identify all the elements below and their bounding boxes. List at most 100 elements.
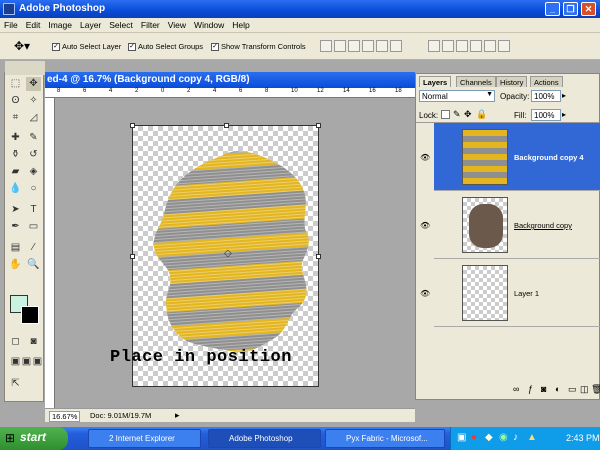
layer-row-background-copy-4[interactable]: 👁 Background copy 4: [420, 123, 600, 191]
fill-field[interactable]: 100%: [531, 109, 561, 121]
standard-mode-icon[interactable]: ◻: [8, 335, 23, 349]
history-brush-icon[interactable]: ↺: [26, 148, 41, 162]
zoom-level-field[interactable]: 16.67%: [49, 411, 81, 422]
layer-name[interactable]: Background copy 4: [514, 153, 584, 162]
blur-tool-icon[interactable]: 💧: [8, 182, 23, 196]
tray-icon[interactable]: ●: [471, 432, 477, 443]
distribute-vcenter-icon[interactable]: [442, 40, 454, 52]
magic-wand-icon[interactable]: ✧: [26, 94, 41, 108]
quick-mask-icon[interactable]: ◙: [26, 335, 41, 349]
task-adobe-photoshop[interactable]: Adobe Photoshop: [208, 429, 321, 448]
fill-slider-arrow-icon[interactable]: ▸: [562, 110, 566, 119]
adjustment-layer-icon[interactable]: ◐: [555, 384, 560, 394]
brush-tool-icon[interactable]: ✎: [26, 131, 41, 145]
layer-name[interactable]: Layer 1: [514, 289, 539, 298]
transform-handle[interactable]: [224, 123, 229, 128]
shape-tool-icon[interactable]: ▭: [26, 220, 41, 234]
link-layers-icon[interactable]: ∞: [513, 384, 519, 394]
menu-layer[interactable]: Layer: [76, 18, 105, 32]
tray-icon[interactable]: ▣: [457, 432, 466, 443]
lock-all-icon[interactable]: 🔒: [476, 109, 487, 120]
task-internet-explorer[interactable]: 2 Internet Explorer: [88, 429, 201, 448]
show-transform-controls-option[interactable]: ✓ Show Transform Controls: [211, 42, 306, 52]
tray-icon[interactable]: ▲: [527, 432, 537, 443]
notes-tool-icon[interactable]: ▤: [8, 241, 23, 255]
layer-row-layer-1[interactable]: 👁 Layer 1: [420, 259, 600, 327]
layer-row-background-copy[interactable]: 👁 Background copy: [420, 191, 600, 259]
tray-icon[interactable]: ◆: [485, 432, 493, 443]
marquee-tool-icon[interactable]: ⬚: [8, 77, 23, 91]
new-group-icon[interactable]: ▭: [568, 384, 577, 395]
tab-channels[interactable]: Channels: [456, 76, 496, 87]
lock-transparency-icon[interactable]: [441, 110, 450, 119]
close-button[interactable]: ✕: [581, 2, 596, 16]
tab-actions[interactable]: Actions: [530, 76, 563, 87]
menu-image[interactable]: Image: [44, 18, 76, 32]
layer-style-icon[interactable]: ƒ: [528, 384, 533, 394]
distribute-bottom-icon[interactable]: [456, 40, 468, 52]
eye-icon[interactable]: 👁: [420, 289, 430, 298]
eye-icon[interactable]: 👁: [420, 153, 430, 162]
auto-select-groups-option[interactable]: ✓ Auto Select Groups: [128, 42, 203, 52]
align-vcenter-icon[interactable]: [334, 40, 346, 52]
paint-bucket-icon[interactable]: ◈: [26, 165, 41, 179]
menu-help[interactable]: Help: [228, 18, 253, 32]
menu-select[interactable]: Select: [105, 18, 137, 32]
transform-handle[interactable]: [316, 123, 321, 128]
move-tool-icon[interactable]: ✥: [26, 77, 41, 91]
pen-tool-icon[interactable]: ✒: [8, 220, 23, 234]
maximize-button[interactable]: ❐: [563, 2, 578, 16]
jump-to-imageready-icon[interactable]: ⇱: [8, 377, 23, 391]
status-arrow-icon[interactable]: ▸: [175, 410, 180, 421]
clone-stamp-icon[interactable]: ⚱: [8, 148, 23, 162]
tray-icon[interactable]: ◉: [499, 432, 508, 443]
tab-history[interactable]: History: [496, 76, 528, 87]
align-top-icon[interactable]: [320, 40, 332, 52]
distribute-top-icon[interactable]: [428, 40, 440, 52]
crop-tool-icon[interactable]: ⌗: [8, 111, 23, 125]
menu-filter[interactable]: Filter: [137, 18, 164, 32]
align-hcenter-icon[interactable]: [376, 40, 388, 52]
distribute-hcenter-icon[interactable]: [484, 40, 496, 52]
background-color-swatch[interactable]: [21, 306, 39, 324]
menu-edit[interactable]: Edit: [22, 18, 45, 32]
align-bottom-icon[interactable]: [348, 40, 360, 52]
move-tool-icon[interactable]: ✥▾: [14, 39, 30, 53]
checkbox-icon[interactable]: ✓: [52, 43, 60, 52]
tray-icon[interactable]: ♪: [513, 432, 518, 443]
type-tool-icon[interactable]: T: [26, 203, 41, 217]
menu-file[interactable]: File: [0, 18, 22, 32]
menu-window[interactable]: Window: [190, 18, 228, 32]
task-pyx-fabric[interactable]: Pyx Fabric - Microsof...: [325, 429, 445, 448]
lock-pixels-icon[interactable]: ✎: [453, 109, 461, 120]
eye-icon[interactable]: 👁: [420, 221, 430, 230]
delete-layer-icon[interactable]: 🗑: [591, 384, 600, 395]
path-select-icon[interactable]: ➤: [8, 203, 23, 217]
blend-mode-select[interactable]: Normal ▼: [419, 90, 495, 102]
distribute-left-icon[interactable]: [470, 40, 482, 52]
eyedropper-icon[interactable]: ⁄: [26, 241, 41, 255]
slice-tool-icon[interactable]: ◿: [26, 111, 41, 125]
healing-brush-icon[interactable]: ✚: [8, 131, 23, 145]
lock-position-icon[interactable]: ✥: [464, 109, 472, 120]
screen-mode-3-icon[interactable]: ▣: [30, 355, 45, 369]
align-left-icon[interactable]: [362, 40, 374, 52]
align-right-icon[interactable]: [390, 40, 402, 52]
transform-center-icon[interactable]: ◇: [224, 248, 232, 259]
auto-select-layer-option[interactable]: ✓ Auto Select Layer: [52, 42, 121, 52]
distribute-right-icon[interactable]: [498, 40, 510, 52]
new-layer-icon[interactable]: ◫: [580, 384, 589, 395]
zoom-tool-icon[interactable]: 🔍: [26, 258, 41, 272]
opacity-slider-arrow-icon[interactable]: ▸: [562, 91, 566, 100]
tab-layers[interactable]: Layers: [419, 76, 452, 87]
transform-handle[interactable]: [130, 254, 135, 259]
transform-handle[interactable]: [130, 123, 135, 128]
checkbox-icon[interactable]: ✓: [128, 43, 136, 52]
opacity-field[interactable]: 100%: [531, 90, 561, 102]
layer-name[interactable]: Background copy: [514, 221, 572, 230]
minimize-button[interactable]: _: [545, 2, 560, 16]
checkbox-icon[interactable]: ✓: [211, 43, 219, 52]
menu-view[interactable]: View: [164, 18, 190, 32]
layer-mask-icon[interactable]: ◙: [541, 384, 546, 394]
lasso-tool-icon[interactable]: ʘ: [8, 94, 23, 108]
